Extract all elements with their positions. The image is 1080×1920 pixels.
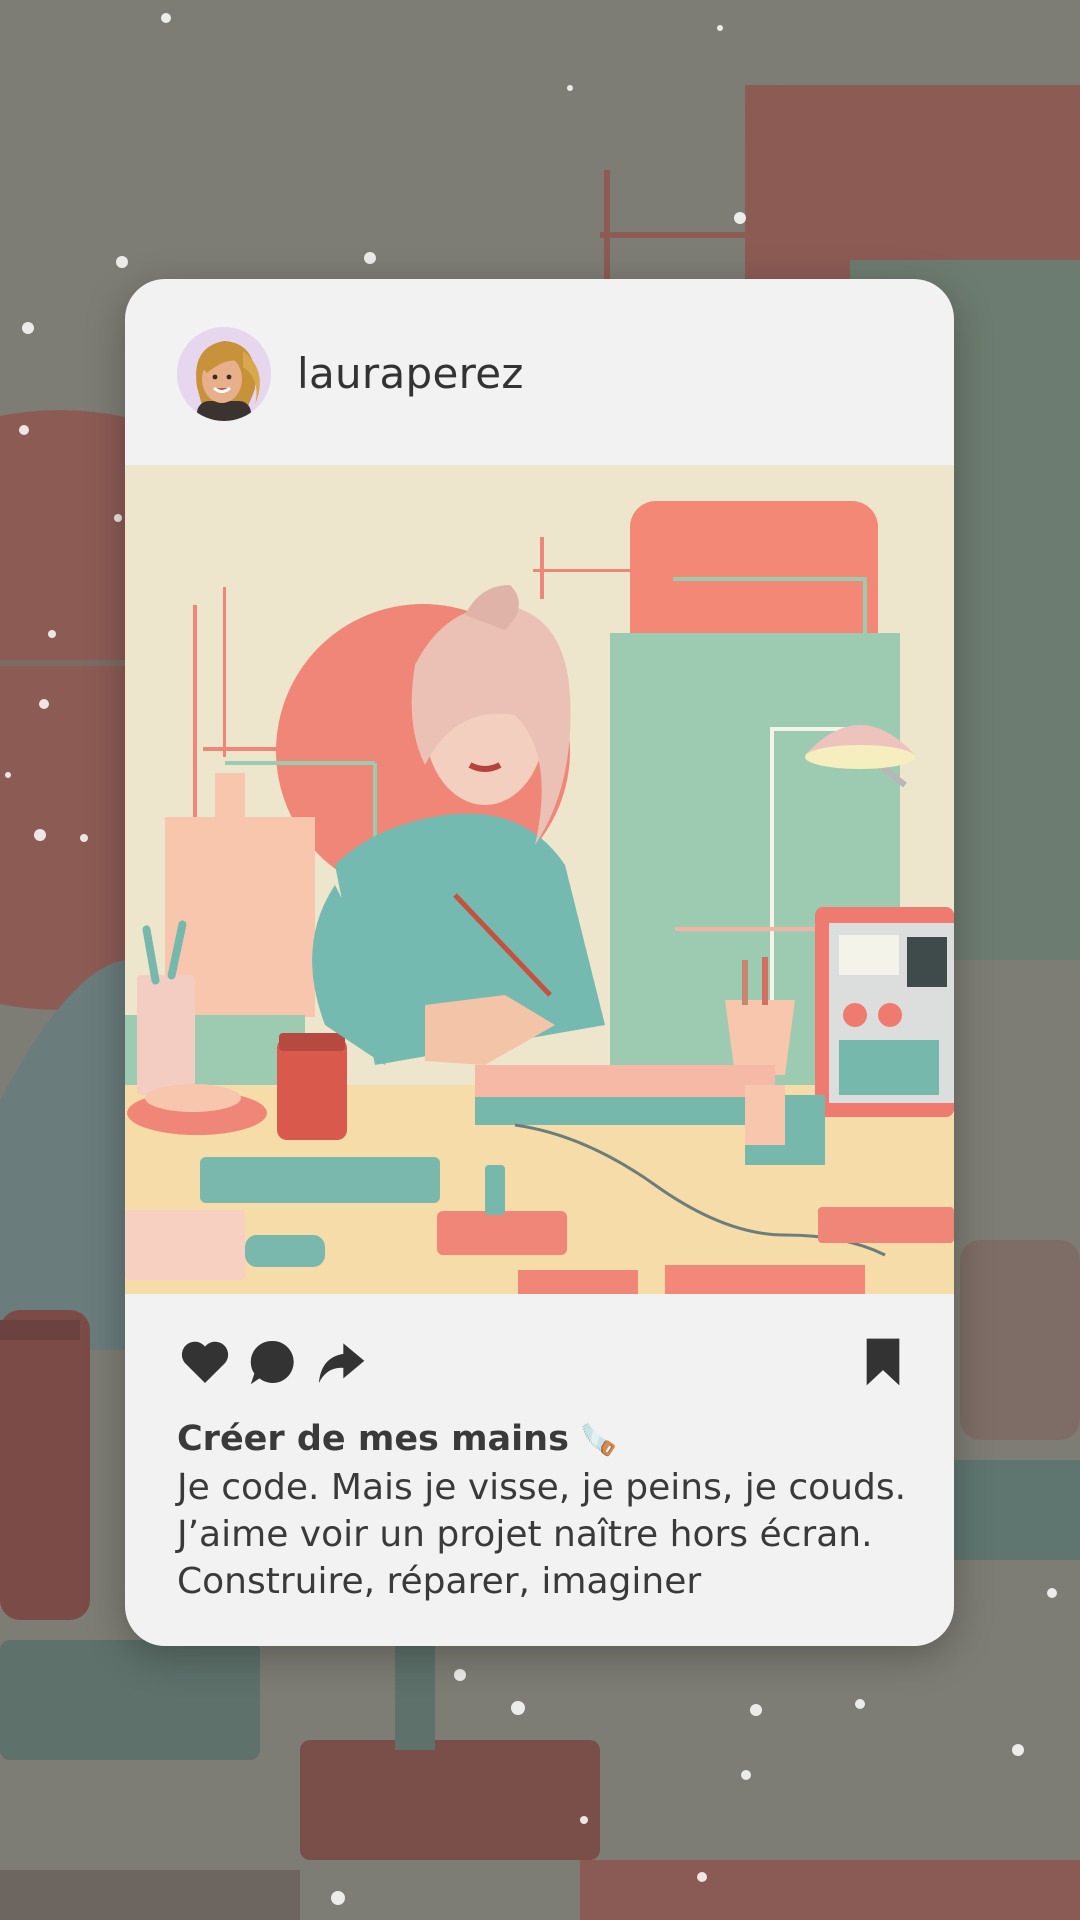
caption-title: Créer de mes mains xyxy=(177,1419,569,1459)
post-header: lauraperez xyxy=(125,279,954,465)
post-actions xyxy=(125,1294,954,1424)
comment-icon[interactable] xyxy=(245,1334,301,1390)
post-card: lauraperez Créer de mes mains 🪚 Je code.… xyxy=(125,279,954,1646)
caption-title-row: Créer de mes mains 🪚 xyxy=(177,1415,917,1464)
caption-line-1: Je code. Mais je visse, je peins, je cou… xyxy=(177,1467,907,1508)
saw-emoji: 🪚 xyxy=(580,1423,618,1458)
avatar[interactable] xyxy=(177,327,271,421)
bookmark-icon[interactable] xyxy=(855,1334,911,1390)
post-caption: Créer de mes mains 🪚 Je code. Mais je vi… xyxy=(177,1415,917,1605)
username[interactable]: lauraperez xyxy=(297,349,524,398)
post-image[interactable] xyxy=(125,465,954,1294)
caption-line-3: Construire, réparer, imaginer xyxy=(177,1561,702,1602)
heart-icon[interactable] xyxy=(177,1334,233,1390)
caption-line-2: J’aime voir un projet naître hors écran. xyxy=(177,1514,873,1555)
share-icon[interactable] xyxy=(313,1334,369,1390)
